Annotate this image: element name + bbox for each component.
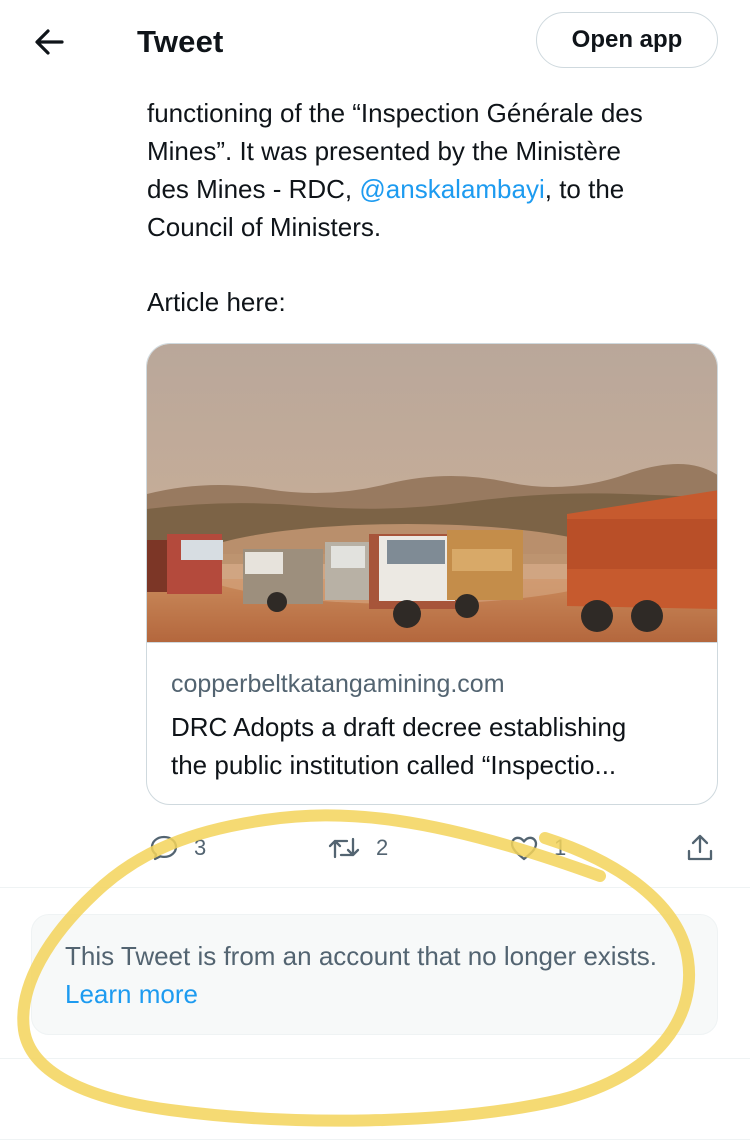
link-card[interactable]: copperbeltkatangamining.com DRC Adopts a… [146,343,718,805]
card-image [147,344,717,642]
card-title-line: the public institution called “Inspectio… [171,750,617,780]
card-title-line: DRC Adopts a draft decree establishing [171,712,627,742]
retweet-button[interactable]: 2 [326,822,388,874]
learn-more-link[interactable]: Learn more [65,979,198,1009]
share-button[interactable] [684,822,716,874]
back-button[interactable] [28,22,72,62]
reply-button[interactable]: 3 [148,822,206,874]
divider [0,887,750,888]
open-app-button[interactable]: Open app [536,12,718,68]
card-divider [147,642,717,643]
arrow-left-icon [35,29,64,55]
reply-count: 3 [194,835,207,860]
tweet-line: Mines”. It was presented by the Ministèr… [147,136,621,166]
divider [0,1058,750,1059]
mention-link[interactable]: @anskalambayi [359,174,544,204]
notice-text: This Tweet is from an account that no lo… [65,937,685,1013]
tweet-text-segment: , to the [544,174,625,204]
article-label: Article here: [147,287,286,317]
action-bar: 3 2 1 [0,822,750,874]
like-count: 1 [554,835,567,860]
retweet-count: 2 [376,835,389,860]
card-domain: copperbeltkatangamining.com [171,670,505,698]
tweet-line: functioning of the “Inspection Générale … [147,98,643,128]
tweet-text-segment: des Mines - RDC, [147,174,360,204]
tweet-body: functioning of the “Inspection Générale … [147,94,737,246]
notice-message: This Tweet is from an account that no lo… [65,941,658,971]
share-icon [687,834,713,861]
tweet-line: des Mines - RDC, @anskalambayi, to the [147,170,737,208]
deleted-account-notice: This Tweet is from an account that no lo… [31,914,718,1035]
like-icon [510,836,538,861]
divider [0,1139,750,1140]
top-bar: Tweet Open app [0,0,750,84]
reply-icon [150,835,178,861]
page-title: Tweet [137,24,224,59]
tweet-line: Council of Ministers. [147,212,382,242]
retweet-icon [328,837,360,859]
like-button[interactable]: 1 [508,822,566,874]
card-title: DRC Adopts a draft decree establishing t… [171,708,696,784]
